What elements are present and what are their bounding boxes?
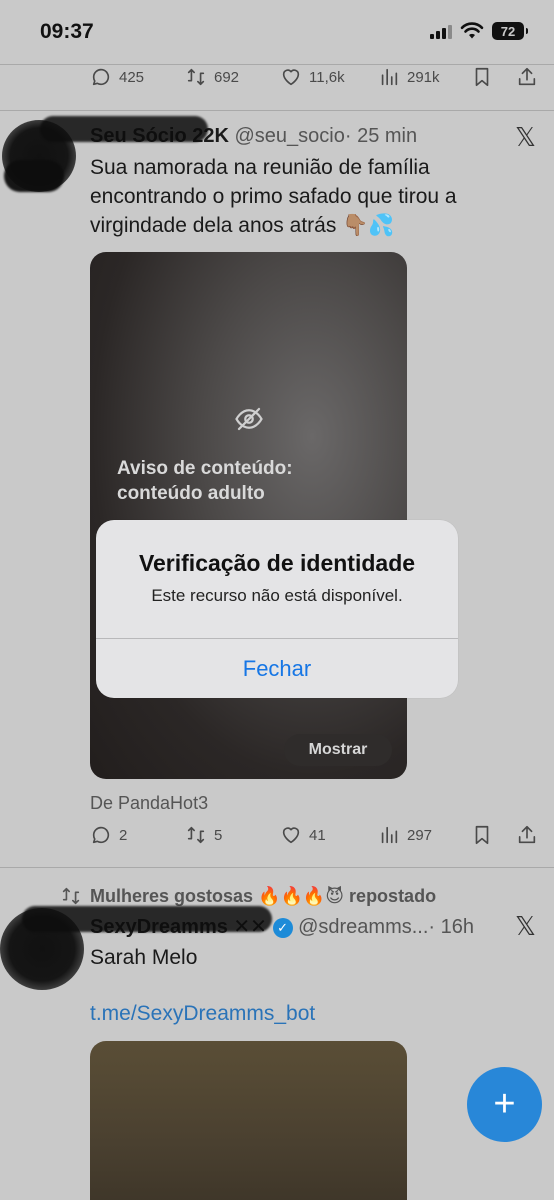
repost-button[interactable]: 5: [185, 824, 222, 846]
reply-icon: [92, 826, 110, 844]
wifi-icon: [460, 22, 484, 39]
bookmark-button[interactable]: [471, 66, 493, 88]
alert-title: Verificação de identidade: [138, 550, 416, 576]
bookmark-icon: [475, 825, 489, 845]
cellular-signal-icon: [430, 23, 452, 39]
views-count: 297: [407, 826, 433, 844]
bookmark-icon: [475, 67, 489, 87]
redaction-scribble: [4, 160, 64, 192]
share-button[interactable]: [516, 66, 538, 88]
content-warning: Aviso de conteúdo: conteúdo adulto: [117, 456, 293, 506]
repost-count: 692: [214, 68, 240, 86]
views-icon: [381, 826, 398, 844]
tweet-text: Sua namorada na reunião de família encon…: [90, 156, 457, 237]
share-button[interactable]: [516, 824, 538, 846]
content-warning-line1: Aviso de conteúdo:: [117, 458, 293, 479]
repost-count: 5: [214, 826, 223, 844]
redaction-scribble: [22, 906, 272, 932]
reply-button[interactable]: 425: [90, 66, 144, 88]
views-button[interactable]: 291k: [378, 66, 440, 88]
share-icon: [518, 825, 536, 844]
tweet-actions: 2 5 41 297: [0, 824, 554, 854]
status-time: 09:37: [40, 20, 94, 43]
tweet-text: Sarah Melo: [90, 946, 198, 969]
repost-label: Mulheres gostosas 🔥🔥🔥😈 repostado: [90, 885, 437, 906]
tweet-time: · 25 min: [344, 125, 418, 147]
content-warning-line2: conteúdo adulto: [117, 483, 265, 504]
divider: [0, 867, 554, 868]
divider: [0, 110, 554, 111]
close-alert-button[interactable]: Fechar: [96, 639, 458, 698]
share-icon: [518, 67, 536, 86]
battery-icon: 72: [492, 22, 528, 40]
repost-icon: [187, 68, 205, 86]
tweet-media[interactable]: [90, 1041, 407, 1200]
redaction-scribble: [40, 116, 208, 142]
author-handle[interactable]: @seu_socio: [235, 125, 345, 147]
bookmark-button[interactable]: [471, 824, 493, 846]
identity-verification-alert: Verificação de identidade Este recurso n…: [96, 520, 458, 698]
media-source[interactable]: De PandaHot3: [90, 793, 208, 814]
status-icons: 72: [430, 22, 528, 40]
repost-button[interactable]: 692: [185, 66, 239, 88]
views-button[interactable]: 297: [378, 824, 432, 846]
like-button[interactable]: 41: [280, 824, 326, 846]
reply-icon: [92, 68, 110, 86]
author-handle[interactable]: @sdreamms...: [298, 916, 428, 938]
like-count: 41: [309, 826, 326, 844]
repost-icon: [62, 887, 80, 905]
reply-button[interactable]: 2: [90, 824, 127, 846]
reply-count: 425: [119, 68, 145, 86]
sensitive-media-card[interactable]: [90, 252, 407, 779]
divider: [0, 64, 554, 65]
x-logo-icon[interactable]: 𝕏: [515, 122, 536, 153]
tweet-time: · 16h: [428, 916, 474, 938]
previous-tweet-actions: 425 692 11,6k 291k: [0, 66, 554, 96]
repost-icon: [187, 826, 205, 844]
heart-icon: [282, 827, 300, 844]
repost-context[interactable]: Mulheres gostosas 🔥🔥🔥😈 repostado: [60, 885, 436, 907]
like-count: 11,6k: [309, 68, 345, 86]
eye-off-icon: [235, 407, 263, 431]
reply-count: 2: [119, 826, 128, 844]
alert-message: Este recurso não está disponível.: [151, 586, 403, 605]
compose-button[interactable]: +: [467, 1067, 542, 1142]
like-button[interactable]: 11,6k: [280, 66, 345, 88]
tweet-link[interactable]: t.me/SexyDreamms_bot: [90, 1002, 315, 1026]
x-logo-icon[interactable]: 𝕏: [515, 911, 536, 942]
views-icon: [381, 68, 398, 86]
heart-icon: [282, 69, 300, 86]
verified-badge-icon: ✓: [272, 917, 293, 938]
show-media-button[interactable]: Mostrar: [284, 734, 392, 766]
views-count: 291k: [407, 68, 440, 86]
